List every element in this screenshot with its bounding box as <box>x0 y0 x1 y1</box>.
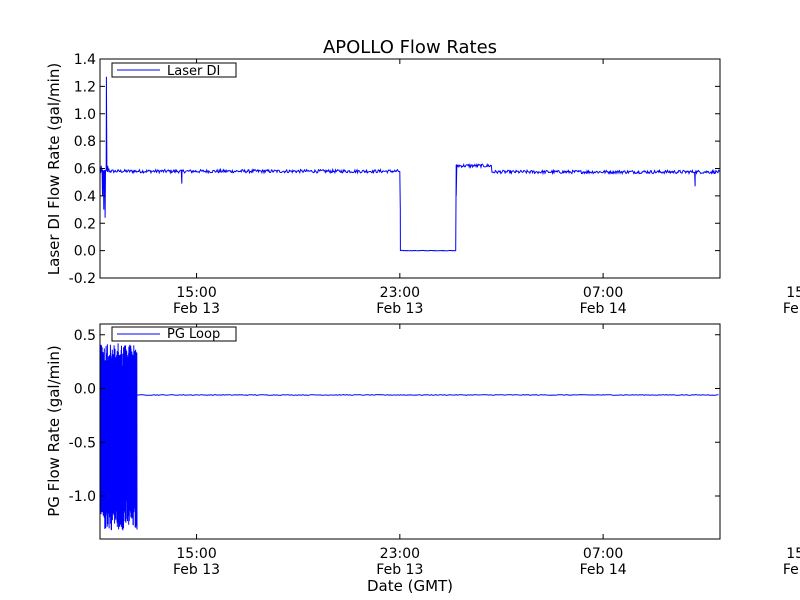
pg-loop-plot-frame <box>99 323 721 540</box>
pg-loop-x-tick-time-label: 23:00 <box>380 546 420 562</box>
laser-di-legend-label: Laser DI <box>167 64 220 79</box>
pg-loop-x-tick-date-label: Feb 13 <box>173 562 220 578</box>
pg-loop-x-tick-time-label: 15:00 <box>786 546 800 562</box>
pg-loop-legend: PG Loop <box>111 326 237 342</box>
pg-loop-y-tick-label: -0.5 <box>69 435 96 451</box>
flow-rates-figure: APOLLO Flow Rates -0.2 0.0 0.2 0.4 0.6 0.8 1.0… <box>45 37 800 595</box>
laser-di-legend: Laser DI <box>111 62 237 79</box>
pg-loop-x-axis: 15:00Feb 1323:00Feb 1307:00Feb 1415:00Fe… <box>173 324 800 578</box>
laser-di-panel: -0.20.00.20.40.60.81.01.21.4 15:00Feb 13… <box>45 52 800 317</box>
pg-loop-y-axis-label: PG Flow Rate (gal/min) <box>45 345 63 517</box>
pg-loop-x-tick-date-label: Feb 13 <box>376 562 423 578</box>
laser-di-y-tick-label: 0.0 <box>74 244 96 260</box>
pg-loop-series-line <box>99 343 719 531</box>
laser-di-y-tick-label: 0.8 <box>74 134 96 150</box>
pg-loop-y-tick-label: -1.0 <box>69 489 96 505</box>
laser-di-y-tick-label: 0.2 <box>74 216 96 232</box>
laser-di-x-tick-time-label: 15:00 <box>786 285 800 301</box>
chart-title: APOLLO Flow Rates <box>323 37 497 58</box>
laser-di-x-tick-date-label: Feb 13 <box>376 301 423 317</box>
laser-di-y-tick-label: -0.2 <box>69 271 96 287</box>
pg-loop-x-tick-time-label: 15:00 <box>176 546 216 562</box>
laser-di-x-tick-date-label: Feb 13 <box>173 301 220 317</box>
laser-di-y-axis: -0.2 0.0 0.2 0.4 0.6 0.8 1.0 1.2 1.4 <box>69 52 720 287</box>
pg-loop-panel: -1.0-0.50.00.5 15:00Feb 1323:00Feb 1307:… <box>45 323 800 595</box>
laser-di-x-tick-time-label: 07:00 <box>583 285 623 301</box>
pg-loop-y-tick-label: 0.5 <box>74 328 96 344</box>
laser-di-x-tick-time-label: 23:00 <box>380 285 420 301</box>
pg-loop-legend-label: PG Loop <box>167 327 220 342</box>
laser-di-y-tick-label: 0.4 <box>74 189 96 205</box>
laser-di-y-tick-label: 0.6 <box>74 162 96 178</box>
pg-loop-x-tick-time-label: 07:00 <box>583 546 623 562</box>
laser-di-x-tick-date-label: Feb 14 <box>783 301 800 317</box>
laser-di-y-axis-label: Laser DI Flow Rate (gal/min) <box>45 63 63 275</box>
laser-di-x-tick-time-label: 15:00 <box>176 285 216 301</box>
pg-loop-x-tick-date-label: Feb 14 <box>580 562 627 578</box>
laser-di-data-line <box>99 76 721 252</box>
pg-loop-data-line <box>99 343 719 531</box>
x-axis-label: Date (GMT) <box>367 577 453 595</box>
pg-loop-y-axis: -1.0 -0.5 0.0 0.5 <box>69 328 720 505</box>
laser-di-y-tick-label: 1.4 <box>74 52 96 68</box>
pg-loop-x-tick-date-label: Feb 14 <box>783 562 800 578</box>
laser-di-series-line <box>99 76 721 252</box>
laser-di-y-tick-label: 1.0 <box>74 107 96 123</box>
laser-di-x-tick-date-label: Feb 14 <box>580 301 627 317</box>
laser-di-y-tick-label: 1.2 <box>74 79 96 95</box>
pg-loop-y-tick-label: 0.0 <box>74 382 96 398</box>
laser-di-plot-frame <box>99 58 721 279</box>
